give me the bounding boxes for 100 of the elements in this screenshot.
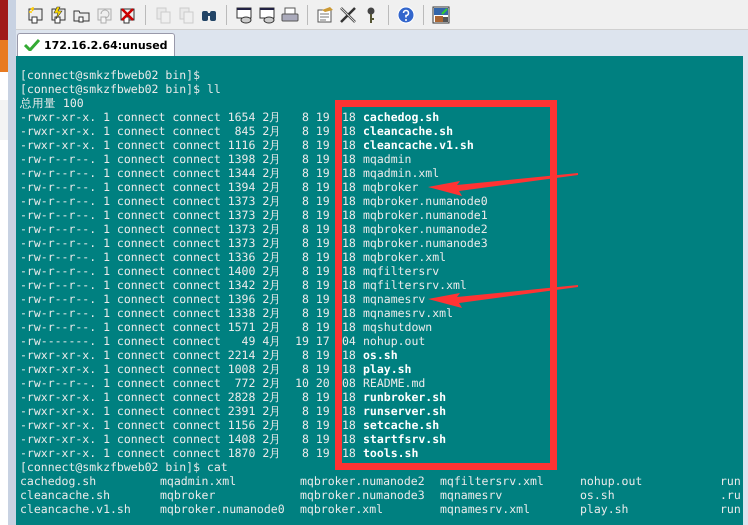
file-name: mqnamesrv.xml (440, 502, 530, 516)
file-name: runserver.sh (363, 404, 446, 418)
file-minute: 18 (342, 446, 357, 460)
printer-icon[interactable] (281, 6, 299, 24)
file-name: tools.sh (363, 446, 418, 460)
file-name: cleancache.v1.sh (363, 138, 474, 152)
file-name: play.sh (363, 362, 412, 376)
file-minute: 18 (342, 180, 357, 194)
file-name: mqfiltersrv.xml (363, 278, 467, 292)
session-tab[interactable]: 172.16.2.64:unused (17, 33, 175, 56)
file-details: -rwxr-xr-x. 1 connect connect 2391 2月 8 19 (20, 404, 331, 418)
file-name: cleancache.v1.sh (20, 502, 131, 516)
file-name: run (720, 474, 741, 488)
help-icon[interactable] (397, 6, 415, 24)
file-minute: 18 (342, 138, 357, 152)
quick-connect-icon[interactable] (50, 6, 68, 24)
file-name: mqbroker (363, 180, 418, 194)
file-name: startfsrv.sh (363, 432, 446, 446)
file-name: runbroker.sh (363, 390, 446, 404)
file-name: mqfiltersrv.xml (440, 474, 544, 488)
file-minute: 18 (342, 208, 357, 222)
file-name: mqbroker.numanode3 (300, 488, 425, 502)
file-name: play.sh (580, 502, 628, 516)
file-details: -rw-r--r--. 1 connect connect 1336 2月 8 19 (20, 250, 331, 264)
file-minute: 18 (342, 236, 357, 250)
file-details: -rw-r--r--. 1 connect connect 1342 2月 8 19 (20, 278, 331, 292)
file-name: mqbroker.numanode2 (300, 474, 425, 488)
file-minute: 18 (342, 250, 357, 264)
file-name: cachedog.sh (20, 474, 96, 488)
file-minute: 18 (342, 222, 357, 236)
file-minute: 18 (342, 418, 357, 432)
file-minute: 18 (342, 390, 357, 404)
file-name: mqbroker.xml (363, 250, 446, 264)
file-minute: 04 (342, 334, 357, 348)
file-details: -rwxr-xr-x. 1 connect connect 2828 2月 8 19 (20, 390, 331, 404)
file-name: setcache.sh (363, 418, 440, 432)
file-name: nohup.out (363, 334, 426, 348)
file-minute: 18 (342, 404, 357, 418)
terminal-line: 总用量 100 (20, 96, 84, 110)
file-details: -rwxr-xr-x. 1 connect connect 1156 2月 8 19 (20, 418, 331, 432)
file-details: -rwxr-xr-x. 1 connect connect 1008 2月 8 19 (20, 362, 331, 376)
file-details: -rw-r--r--. 1 connect connect 1338 2月 8 19 (20, 306, 331, 320)
file-name: mqnamesrv (363, 292, 426, 306)
file-minute: 18 (342, 306, 357, 320)
file-name: README.md (363, 376, 426, 390)
file-details: -rwxr-xr-x. 1 connect connect 845 2月 8 19 (20, 124, 331, 138)
file-minute: 18 (342, 264, 357, 278)
file-name: os.sh (363, 348, 398, 362)
file-name: .ru (720, 488, 741, 502)
file-name: mqshutdown (363, 320, 432, 334)
options-icon[interactable] (316, 6, 334, 24)
file-name: mqnamesrv.xml (363, 306, 454, 320)
file-details: -rwxr-xr-x. 1 connect connect 2214 2月 8 19 (20, 348, 331, 362)
file-minute: 18 (342, 194, 357, 208)
file-details: -rw-r--r--. 1 connect connect 1373 2月 8 19 (20, 222, 331, 236)
terminal-line: [connect@smkzfbweb02 bin]$ ll (20, 82, 221, 96)
file-minute: 18 (342, 320, 357, 334)
terminal-line: [connect@smkzfbweb02 bin]$ cat (20, 460, 228, 474)
disconnect-icon[interactable] (119, 6, 137, 24)
file-details: -rw-r--r--. 1 connect connect 1373 2月 8 19 (20, 194, 331, 208)
file-details: -rw-r--r--. 1 connect connect 772 2月 10 20 (20, 376, 331, 390)
file-name: mqbroker.xml (300, 502, 384, 516)
file-details: -rw-r--r--. 1 connect connect 1373 2月 8 19 (20, 208, 331, 222)
file-name: cachedog.sh (363, 110, 440, 124)
file-minute: 18 (342, 292, 357, 306)
file-name: cleancache.sh (363, 124, 454, 138)
file-details: -rwxr-xr-x. 1 connect connect 1116 2月 8 19 (20, 138, 331, 152)
file-name: mqfiltersrv (363, 264, 440, 278)
file-minute: 18 (342, 362, 357, 376)
file-name: mqadmin.xml (160, 474, 236, 488)
file-minute: 18 (342, 124, 357, 138)
file-details: -rw-r--r--. 1 connect connect 1571 2月 8 19 (20, 320, 331, 334)
file-details: -rw-------. 1 connect connect 49 4月 19 17 (20, 334, 331, 348)
file-name: mqbroker.numanode0 (160, 502, 285, 516)
file-minute: 18 (342, 278, 357, 292)
file-name: mqadmin.xml (363, 166, 440, 180)
file-minute: 18 (342, 110, 357, 124)
file-details: -rwxr-xr-x. 1 connect connect 1654 2月 8 19 (20, 110, 331, 124)
file-name: mqbroker.numanode3 (363, 236, 488, 250)
file-name: mqadmin (363, 152, 412, 166)
file-minute: 18 (342, 348, 357, 362)
file-name: os.sh (580, 488, 615, 502)
file-name: mqbroker (160, 488, 216, 502)
file-name: mqbroker.numanode0 (363, 194, 488, 208)
file-details: -rw-r--r--. 1 connect connect 1396 2月 8 19 (20, 292, 331, 306)
file-details: -rw-r--r--. 1 connect connect 1394 2月 8 19 (20, 180, 331, 194)
file-name: nohup.out (580, 474, 642, 488)
file-details: -rwxr-xr-x. 1 connect connect 1408 2月 8 19 (20, 432, 331, 446)
file-name: mqnamesrv (440, 488, 502, 502)
file-details: -rw-r--r--. 1 connect connect 1373 2月 8 19 (20, 236, 331, 250)
file-name: mqbroker.numanode2 (363, 222, 488, 236)
file-name: run (720, 502, 741, 516)
file-minute: 18 (342, 152, 357, 166)
file-details: -rw-r--r--. 1 connect connect 1398 2月 8 19 (20, 152, 331, 166)
file-minute: 08 (342, 376, 357, 390)
file-details: -rw-r--r--. 1 connect connect 1344 2月 8 19 (20, 166, 331, 180)
file-details: -rwxr-xr-x. 1 connect connect 1870 2月 8 19 (20, 446, 331, 460)
file-details: -rw-r--r--. 1 connect connect 1400 2月 8 19 (20, 264, 331, 278)
file-minute: 18 (342, 166, 357, 180)
new-session-icon[interactable] (27, 6, 45, 24)
